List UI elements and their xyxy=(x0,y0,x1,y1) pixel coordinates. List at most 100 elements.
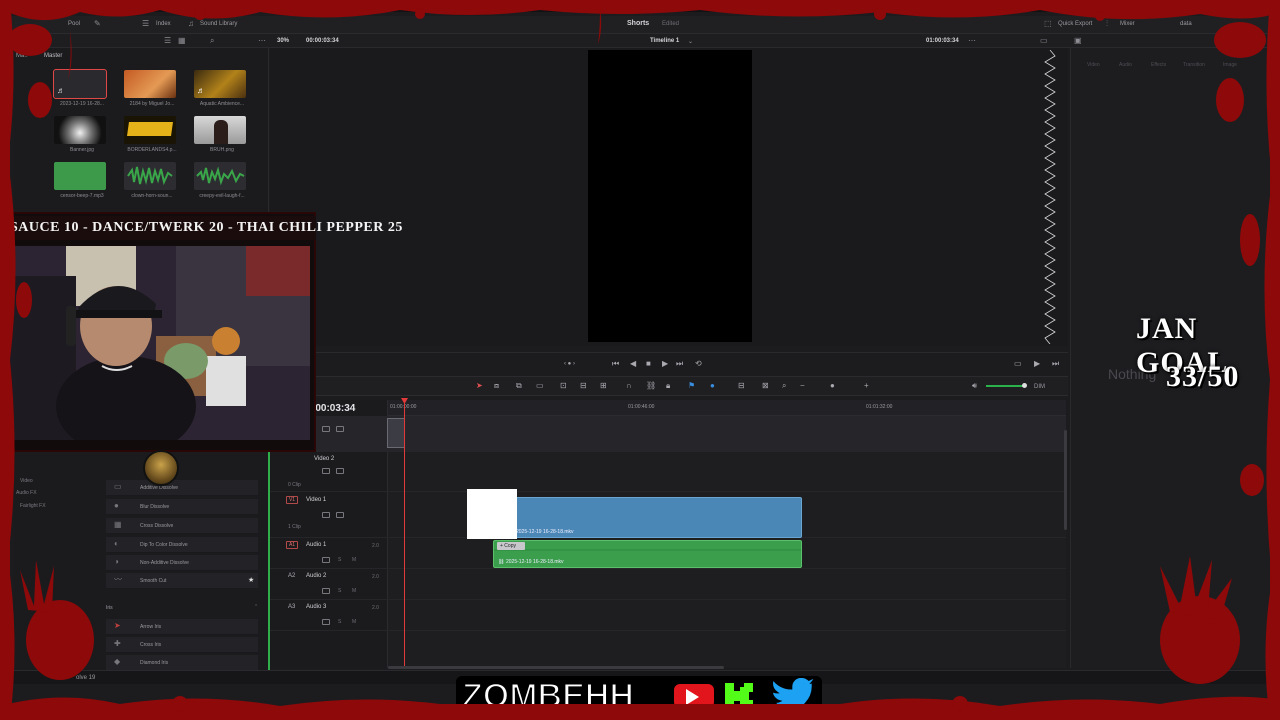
track-lock-icon[interactable] xyxy=(322,588,330,594)
track-lock-icon[interactable] xyxy=(322,619,330,625)
master-bin[interactable]: Master xyxy=(44,53,62,59)
zoom-custom-icon[interactable]: ⌕ xyxy=(782,382,786,390)
inspector-tab-image[interactable]: Image xyxy=(1223,62,1237,68)
dim-button[interactable]: DIM xyxy=(1034,384,1045,390)
track-toggle-icon[interactable] xyxy=(336,426,344,432)
solo-button[interactable]: S xyxy=(338,557,341,563)
volume-icon[interactable]: 🔊︎ xyxy=(972,382,977,390)
media-item[interactable]: 2184 by Miguel Jo... xyxy=(124,70,180,110)
inspector-tab-transition[interactable]: Transition xyxy=(1183,62,1205,68)
vertical-scrollbar[interactable] xyxy=(1064,430,1067,530)
grid-view-icon[interactable]: ▦ xyxy=(178,37,186,45)
flag-icon[interactable]: ⚑ xyxy=(688,382,695,390)
fx-item[interactable]: ◆ Diamond Iris xyxy=(106,655,258,671)
track-visibility-icon[interactable] xyxy=(336,468,344,474)
zoom-level[interactable]: 30% xyxy=(277,38,289,44)
quick-export-icon[interactable]: ⬚ xyxy=(1044,20,1052,28)
metadata-button[interactable]: data xyxy=(1180,21,1192,27)
timecode-menu-icon[interactable]: ⋯ xyxy=(968,37,976,45)
solo-button[interactable]: S xyxy=(338,619,341,625)
viewer-frame[interactable] xyxy=(588,50,752,342)
index-icon[interactable]: ☰ xyxy=(142,20,149,28)
volume-knob[interactable] xyxy=(1022,383,1027,388)
replace-clip-icon[interactable]: ⊞ xyxy=(600,382,607,390)
fx-item[interactable]: ✚ Cross Iris xyxy=(106,637,258,653)
more-icon[interactable]: ⋯ xyxy=(258,37,266,45)
sound-library-button[interactable]: Sound Library xyxy=(200,21,237,27)
marker-icon[interactable]: ● xyxy=(710,382,715,390)
media-item[interactable]: BRUH.png xyxy=(194,116,250,156)
snapping-icon[interactable]: ∩ xyxy=(626,382,632,390)
inspector-tab-video[interactable]: Video xyxy=(1087,62,1100,68)
jog-wheel[interactable]: ‹ ● › xyxy=(564,361,575,367)
track-lock-icon[interactable] xyxy=(322,512,330,518)
track-badge-text[interactable]: A3 xyxy=(288,604,295,610)
skip-end-icon[interactable]: ⏭ xyxy=(676,360,683,368)
mute-button[interactable]: M xyxy=(352,588,356,594)
fx-item[interactable]: ▦ Cross Dissolve xyxy=(106,518,258,534)
search-icon[interactable]: ⌕ xyxy=(210,37,214,45)
fx-item[interactable]: ▭ Additive Dissolve xyxy=(106,480,258,496)
media-item[interactable]: clown-horn-soun... xyxy=(124,162,180,202)
pool-tab[interactable]: Ma.. xyxy=(16,53,28,59)
media-item[interactable]: BORDERLANDS4.p... xyxy=(124,116,180,156)
track-lock-icon[interactable] xyxy=(322,557,330,563)
track-visibility-icon[interactable] xyxy=(336,512,344,518)
pool-icon[interactable]: ✎ xyxy=(94,20,101,28)
audio-clip[interactable]: ⛓ 2025-12-19 16-28-18.mkv xyxy=(493,540,802,568)
media-item[interactable]: Banner.jpg xyxy=(54,116,110,156)
lock-icon[interactable]: 🔒︎ xyxy=(666,382,670,390)
zoom-detail-icon[interactable]: ⊠ xyxy=(762,382,769,390)
fx-category[interactable]: Video xyxy=(20,478,33,484)
video-clip[interactable]: 2025-12-19 16-28-18.mkv xyxy=(493,497,802,538)
quick-export-button[interactable]: Quick Export xyxy=(1058,21,1092,27)
favorite-star-icon[interactable]: ★ xyxy=(248,576,254,584)
sound-library-icon[interactable]: ♫ xyxy=(188,20,194,28)
fx-item[interactable]: ➤ Arrow Iris xyxy=(106,619,258,635)
inspector-tab-effects[interactable]: Effects xyxy=(1151,62,1166,68)
play-reverse-icon[interactable]: ◀ xyxy=(630,360,636,368)
insert-clip-icon[interactable]: ⊡ xyxy=(560,382,567,390)
track-toggle-icon[interactable] xyxy=(322,426,330,432)
mute-button[interactable]: M xyxy=(352,557,356,563)
fx-category[interactable]: Audio FX xyxy=(16,490,37,496)
overwrite-clip-icon[interactable]: ⊟ xyxy=(580,382,587,390)
zoom-out-icon[interactable]: − xyxy=(800,382,805,390)
list-view-icon[interactable]: ☰ xyxy=(164,37,171,45)
timeline-thumbnail[interactable] xyxy=(387,418,405,448)
media-item[interactable]: ♬ 2023-12-19 16-28... xyxy=(53,69,110,110)
zoom-in-icon[interactable]: + xyxy=(864,382,869,390)
track-badge[interactable]: V1 xyxy=(286,496,298,504)
track-lock-icon[interactable] xyxy=(322,468,330,474)
trim-tool-icon[interactable]: ⧈ xyxy=(494,382,499,390)
blade-tool-icon[interactable]: ▭ xyxy=(536,382,544,390)
mixer-icon[interactable]: ⫶ xyxy=(1106,20,1108,28)
track-badge-text[interactable]: A2 xyxy=(288,573,295,579)
volume-slider[interactable] xyxy=(986,385,1026,387)
mixer-button[interactable]: Mixer xyxy=(1120,21,1135,27)
media-item[interactable]: ♬ Aquatic Ambience... xyxy=(194,70,250,110)
end-frame-icon[interactable]: ⏭ xyxy=(1052,360,1059,368)
dynamic-trim-icon[interactable]: ⧉ xyxy=(516,382,522,390)
skip-start-icon[interactable]: ⏮ xyxy=(612,360,619,368)
timeline-selector[interactable]: Timeline 1 xyxy=(650,38,679,44)
fx-item[interactable]: ◑ Non-Additive Dissolve xyxy=(106,555,258,571)
loop-icon[interactable]: ⟲ xyxy=(695,360,702,368)
inspector-tab-audio[interactable]: Audio xyxy=(1119,62,1132,68)
fx-item[interactable]: ◐ Dip To Color Dissolve xyxy=(106,537,258,553)
play-icon[interactable]: ▶ xyxy=(662,360,668,368)
fullscreen-icon[interactable]: ▭ xyxy=(1014,360,1022,368)
index-button[interactable]: Index xyxy=(156,21,171,27)
drag-preview[interactable] xyxy=(467,489,517,539)
collapse-icon[interactable]: ⌃ xyxy=(254,604,258,610)
layout-icon[interactable]: ▣ xyxy=(1074,37,1082,45)
solo-button[interactable]: S xyxy=(338,588,341,594)
stop-icon[interactable]: ■ xyxy=(646,360,651,368)
media-item[interactable]: creepy-evil-laugh-f... xyxy=(194,162,250,202)
fx-category[interactable]: Fairlight FX xyxy=(20,503,46,509)
media-pool-button[interactable]: Pool xyxy=(68,21,80,27)
track-badge[interactable]: A1 xyxy=(286,541,298,549)
pointer-tool-icon[interactable]: ➤ xyxy=(476,382,483,390)
zoom-slider-knob[interactable]: ● xyxy=(830,382,835,390)
fx-item[interactable]: 〰 Smooth Cut ★ xyxy=(106,573,258,589)
